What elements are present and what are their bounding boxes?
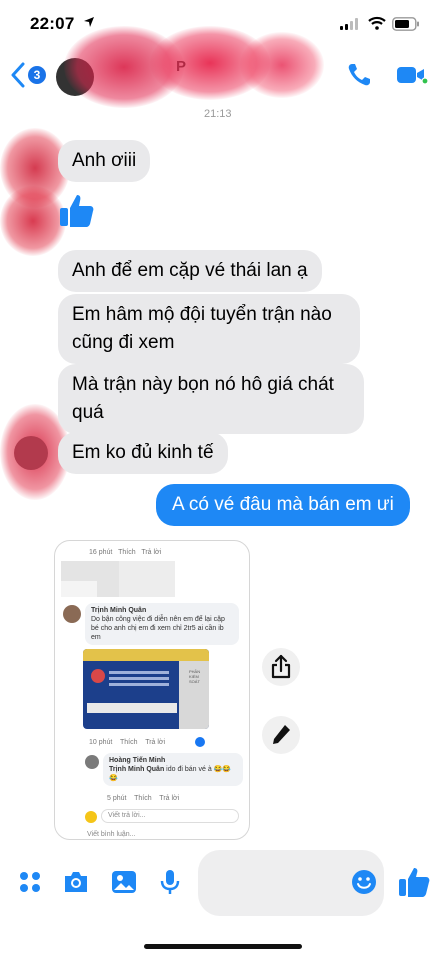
ticket-text-lines xyxy=(109,671,169,674)
commenter-avatar xyxy=(85,755,99,769)
ticket-photo: PHẦN KIỂM SOÁT xyxy=(83,649,209,729)
ticket-stub-text: PHẦN KIỂM SOÁT xyxy=(189,669,201,684)
comment-mention: Trịnh Minh Quân xyxy=(109,766,165,773)
comment-input-field: Viết bình luận... xyxy=(87,831,136,838)
contact-avatar[interactable] xyxy=(56,58,94,96)
commenter-avatar xyxy=(63,605,81,623)
like-link: Thích xyxy=(120,739,138,746)
thumbs-up-icon[interactable] xyxy=(58,192,96,230)
shared-screenshot-image[interactable]: 16 phút Thích Trả lời Trịnh Minh Quân Do… xyxy=(54,540,250,840)
conversation-time-label: 21:13 xyxy=(204,108,232,120)
thumbs-up-icon[interactable] xyxy=(398,866,430,898)
location-arrow-icon xyxy=(84,17,94,27)
comment-author: Hoàng Tiến Minh xyxy=(109,757,166,764)
image-icon[interactable] xyxy=(110,868,138,896)
comment-bubble: Trịnh Minh Quân Do bận công việc đi diễn… xyxy=(85,603,239,645)
ticket-emblem xyxy=(91,669,105,683)
unread-count-badge: 3 xyxy=(28,66,46,84)
reply-link: Trả lời xyxy=(159,795,180,802)
edit-image-button[interactable] xyxy=(262,716,300,754)
message-bubble-incoming[interactable]: Em hâm mộ đội tuyển trận nào cũng đi xem xyxy=(58,294,360,364)
ticket-band xyxy=(83,649,209,661)
share-button[interactable] xyxy=(262,648,300,686)
camera-icon[interactable] xyxy=(62,868,90,896)
emoji-icon[interactable] xyxy=(350,868,378,896)
phone-icon[interactable] xyxy=(346,62,372,88)
share-icon xyxy=(271,654,291,679)
apps-icon[interactable] xyxy=(16,868,44,896)
reply-input-field: Viết trả lời... xyxy=(101,809,239,823)
comment-time: 10 phút xyxy=(89,739,113,746)
ticket-seat-strip xyxy=(87,703,177,713)
like-link: Thích xyxy=(118,549,136,556)
redaction-smudge xyxy=(0,186,66,256)
comment-bubble: Hoàng Tiến Minh Trịnh Minh Quân ido đi b… xyxy=(103,753,243,786)
comment-time: 5 phút xyxy=(107,795,127,802)
message-bubble-incoming[interactable]: Mà trận này bọn nó hô giá chát quá xyxy=(58,364,364,434)
wifi-icon xyxy=(368,16,386,30)
comment-body: ido đi bán vé à 😂😂 xyxy=(166,766,232,773)
message-bubble-incoming[interactable]: Anh để em cặp vé thái lan ạ xyxy=(58,250,322,292)
blurred-region xyxy=(61,581,97,597)
status-time: 22:07 xyxy=(30,14,75,33)
comment-meta: 5 phút Thích Trả lời xyxy=(107,795,179,802)
message-bubble-incoming[interactable]: Em ko đủ kinh tế xyxy=(58,432,228,474)
comment-time: 16 phút xyxy=(89,549,113,556)
conversation-header: 3 P 21:13 xyxy=(0,50,444,120)
signal-icon xyxy=(340,18,358,30)
comment-author: Trịnh Minh Quân xyxy=(91,607,147,614)
comment-extra: 😂 xyxy=(109,775,118,782)
like-link: Thích xyxy=(134,795,152,802)
message-bubble-incoming[interactable]: Anh ơiii xyxy=(58,140,151,182)
pencil-icon xyxy=(273,725,290,744)
message-bubble-outgoing[interactable]: A có vé đâu mà bán em ưi xyxy=(156,484,410,526)
contact-name[interactable]: P xyxy=(176,58,186,75)
reply-link: Trả lời xyxy=(141,549,162,556)
blurred-region xyxy=(119,561,175,597)
comment-text: Do bận công việc đi diễn nên em để lại c… xyxy=(91,616,225,641)
microphone-icon[interactable] xyxy=(156,868,184,896)
comment-text: Trịnh Minh Quân ido đi bán vé à 😂😂 xyxy=(109,765,237,774)
battery-icon xyxy=(392,17,419,31)
status-bar: 22:07 xyxy=(0,0,444,50)
reply-link: Trả lời xyxy=(145,739,166,746)
home-indicator xyxy=(144,944,302,949)
contact-avatar-small xyxy=(14,436,48,470)
emoji-small-icon xyxy=(85,811,97,823)
reaction-icon xyxy=(195,737,205,747)
video-camera-icon[interactable] xyxy=(396,64,428,86)
message-composer xyxy=(0,848,444,918)
comment-meta: 16 phút Thích Trả lời xyxy=(89,549,161,556)
comment-meta: 10 phút Thích Trả lời xyxy=(89,739,165,746)
back-chevron-icon[interactable] xyxy=(10,62,26,88)
ticket-stub: PHẦN KIỂM SOÁT xyxy=(179,661,209,729)
